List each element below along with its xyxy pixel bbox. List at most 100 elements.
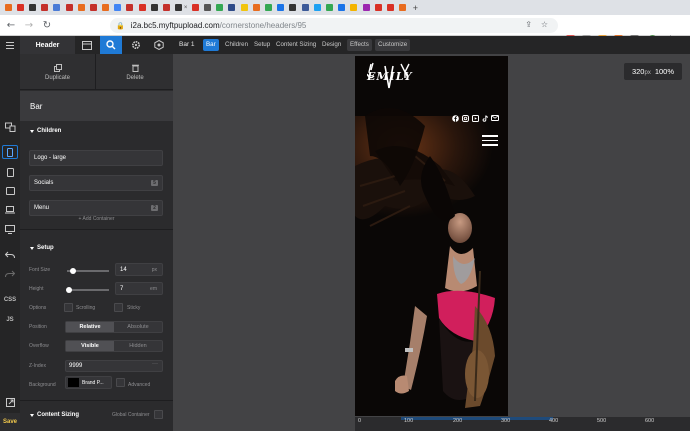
browser-tab-favicon[interactable] bbox=[228, 4, 236, 11]
css-editor-button[interactable]: CSS bbox=[0, 297, 20, 303]
zindex-input[interactable]: 9999 ··· bbox=[65, 360, 163, 372]
browser-tab-favicon[interactable] bbox=[216, 4, 224, 11]
email-icon[interactable] bbox=[491, 114, 499, 122]
content-sizing-section-header[interactable]: Content Sizing bbox=[30, 412, 79, 418]
more-options-icon[interactable]: ··· bbox=[152, 361, 158, 367]
browser-tab-favicon[interactable] bbox=[114, 4, 122, 11]
tablet-device-icon[interactable] bbox=[4, 185, 16, 197]
search-icon[interactable] bbox=[100, 36, 122, 54]
advanced-checkbox[interactable] bbox=[116, 378, 125, 387]
browser-tab-favicon[interactable] bbox=[277, 4, 285, 11]
overflow-visible-option[interactable]: Visible bbox=[66, 341, 114, 351]
forward-icon[interactable]: → bbox=[22, 18, 36, 32]
font-size-input[interactable]: 14 px bbox=[115, 263, 163, 276]
browser-tab-favicon[interactable] bbox=[53, 4, 61, 11]
add-container-button[interactable]: + Add Container bbox=[20, 216, 173, 222]
lock-icon[interactable]: 🔒 bbox=[116, 22, 125, 30]
close-tab-icon[interactable]: × bbox=[184, 5, 188, 11]
font-size-slider[interactable] bbox=[67, 267, 109, 274]
browser-tab-favicon[interactable] bbox=[4, 4, 12, 11]
tab-content-sizing[interactable]: Content Sizing bbox=[273, 39, 319, 51]
duplicate-button[interactable]: Duplicate bbox=[20, 54, 96, 90]
position-relative-option[interactable]: Relative bbox=[66, 322, 114, 332]
browser-tab-favicon[interactable] bbox=[41, 4, 49, 11]
browser-tab-favicon[interactable] bbox=[399, 4, 407, 11]
browser-tab-favicon[interactable] bbox=[240, 4, 248, 11]
browser-tab-favicon[interactable] bbox=[386, 4, 394, 11]
tab-bar[interactable]: Bar bbox=[203, 39, 219, 51]
slider-handle[interactable] bbox=[66, 286, 73, 293]
browser-tab-favicon[interactable] bbox=[16, 4, 24, 11]
sticky-checkbox[interactable] bbox=[114, 303, 123, 312]
tab-design[interactable]: Design bbox=[319, 39, 344, 51]
scrolling-checkbox[interactable] bbox=[64, 303, 73, 312]
browser-tab-favicon[interactable] bbox=[265, 4, 273, 11]
browser-tab-favicon[interactable] bbox=[138, 4, 146, 11]
exit-icon[interactable] bbox=[4, 396, 16, 408]
gear-icon[interactable] bbox=[124, 36, 148, 54]
font-size-unit[interactable]: px bbox=[152, 267, 157, 273]
site-preview[interactable]: EMILY bbox=[355, 56, 508, 416]
browser-tab-favicon[interactable] bbox=[163, 4, 171, 11]
tab-customize[interactable]: Customize bbox=[375, 39, 411, 51]
breadcrumb[interactable]: Bar 1 bbox=[179, 36, 195, 54]
browser-tab-favicon[interactable] bbox=[338, 4, 346, 11]
instagram-icon[interactable] bbox=[461, 114, 469, 122]
browser-tab-favicon[interactable] bbox=[252, 4, 260, 11]
height-slider[interactable] bbox=[66, 286, 109, 293]
global-settings-icon[interactable] bbox=[147, 36, 171, 54]
browser-tab-favicon[interactable] bbox=[65, 4, 73, 11]
desktop-device-icon[interactable] bbox=[4, 223, 16, 235]
browser-tab-favicon[interactable] bbox=[175, 4, 183, 11]
address-bar[interactable]: 🔒 i2a.bc5.myftpupload.com/cornerstone/he… bbox=[110, 18, 558, 33]
browser-tab-favicon[interactable] bbox=[28, 4, 36, 11]
browser-tab-favicon[interactable] bbox=[191, 4, 199, 11]
global-container-checkbox[interactable] bbox=[154, 410, 163, 419]
tab-effects[interactable]: Effects bbox=[347, 39, 372, 51]
child-item-socials[interactable]: Socials 5 bbox=[29, 175, 163, 191]
youtube-icon[interactable] bbox=[471, 114, 479, 122]
header-mode-tab[interactable]: Header bbox=[20, 36, 75, 54]
viewport-size-badge[interactable]: 320px 100% bbox=[624, 63, 682, 80]
hamburger-menu-icon[interactable] bbox=[0, 36, 20, 54]
child-item-logo[interactable]: Logo - large bbox=[29, 150, 163, 166]
bookmark-star-icon[interactable]: ☆ bbox=[541, 20, 548, 29]
browser-tab-favicon[interactable] bbox=[77, 4, 85, 11]
browser-tab-favicon[interactable] bbox=[102, 4, 110, 11]
browser-tab-favicon[interactable] bbox=[126, 4, 134, 11]
layout-icon[interactable] bbox=[75, 36, 99, 54]
responsive-toggle-icon[interactable] bbox=[4, 121, 16, 133]
undo-icon[interactable] bbox=[4, 249, 16, 261]
browser-tab-favicon[interactable] bbox=[350, 4, 358, 11]
background-color-picker[interactable]: Brand P... bbox=[65, 376, 112, 389]
browser-tab-favicon[interactable] bbox=[301, 4, 309, 11]
browser-tab-favicon[interactable] bbox=[150, 4, 158, 11]
slider-handle[interactable] bbox=[70, 267, 77, 274]
browser-tab-favicon[interactable] bbox=[313, 4, 321, 11]
reload-icon[interactable]: ↻ bbox=[40, 18, 54, 32]
tiktok-icon[interactable] bbox=[481, 114, 489, 122]
js-editor-button[interactable]: JS bbox=[0, 317, 20, 323]
back-icon[interactable]: ← bbox=[4, 18, 18, 32]
browser-tab-favicon[interactable] bbox=[89, 4, 97, 11]
height-unit[interactable]: em bbox=[150, 286, 157, 292]
child-item-menu[interactable]: Menu 2 bbox=[29, 200, 163, 216]
new-tab-icon[interactable]: + bbox=[413, 3, 418, 13]
children-section-header[interactable]: Children bbox=[30, 128, 61, 134]
redo-icon[interactable] bbox=[4, 268, 16, 280]
mobile-menu-icon[interactable] bbox=[482, 135, 498, 146]
laptop-device-icon[interactable] bbox=[4, 204, 16, 216]
mobile-device-icon[interactable] bbox=[4, 146, 16, 158]
tab-setup[interactable]: Setup bbox=[251, 39, 273, 51]
delete-button[interactable]: Delete bbox=[97, 54, 173, 90]
browser-tab-favicon[interactable] bbox=[362, 4, 370, 11]
browser-tab-favicon[interactable] bbox=[204, 4, 212, 11]
tab-children[interactable]: Children bbox=[222, 39, 251, 51]
browser-tab-favicon[interactable] bbox=[289, 4, 297, 11]
width-ruler[interactable]: 0 100 200 300 400 500 600 bbox=[355, 417, 690, 431]
position-absolute-option[interactable]: Absolute bbox=[114, 322, 162, 332]
height-input[interactable]: 7 em bbox=[115, 282, 163, 295]
mobile-landscape-icon[interactable] bbox=[4, 166, 16, 178]
browser-tab-favicon[interactable] bbox=[374, 4, 382, 11]
overflow-hidden-option[interactable]: Hidden bbox=[114, 341, 162, 351]
